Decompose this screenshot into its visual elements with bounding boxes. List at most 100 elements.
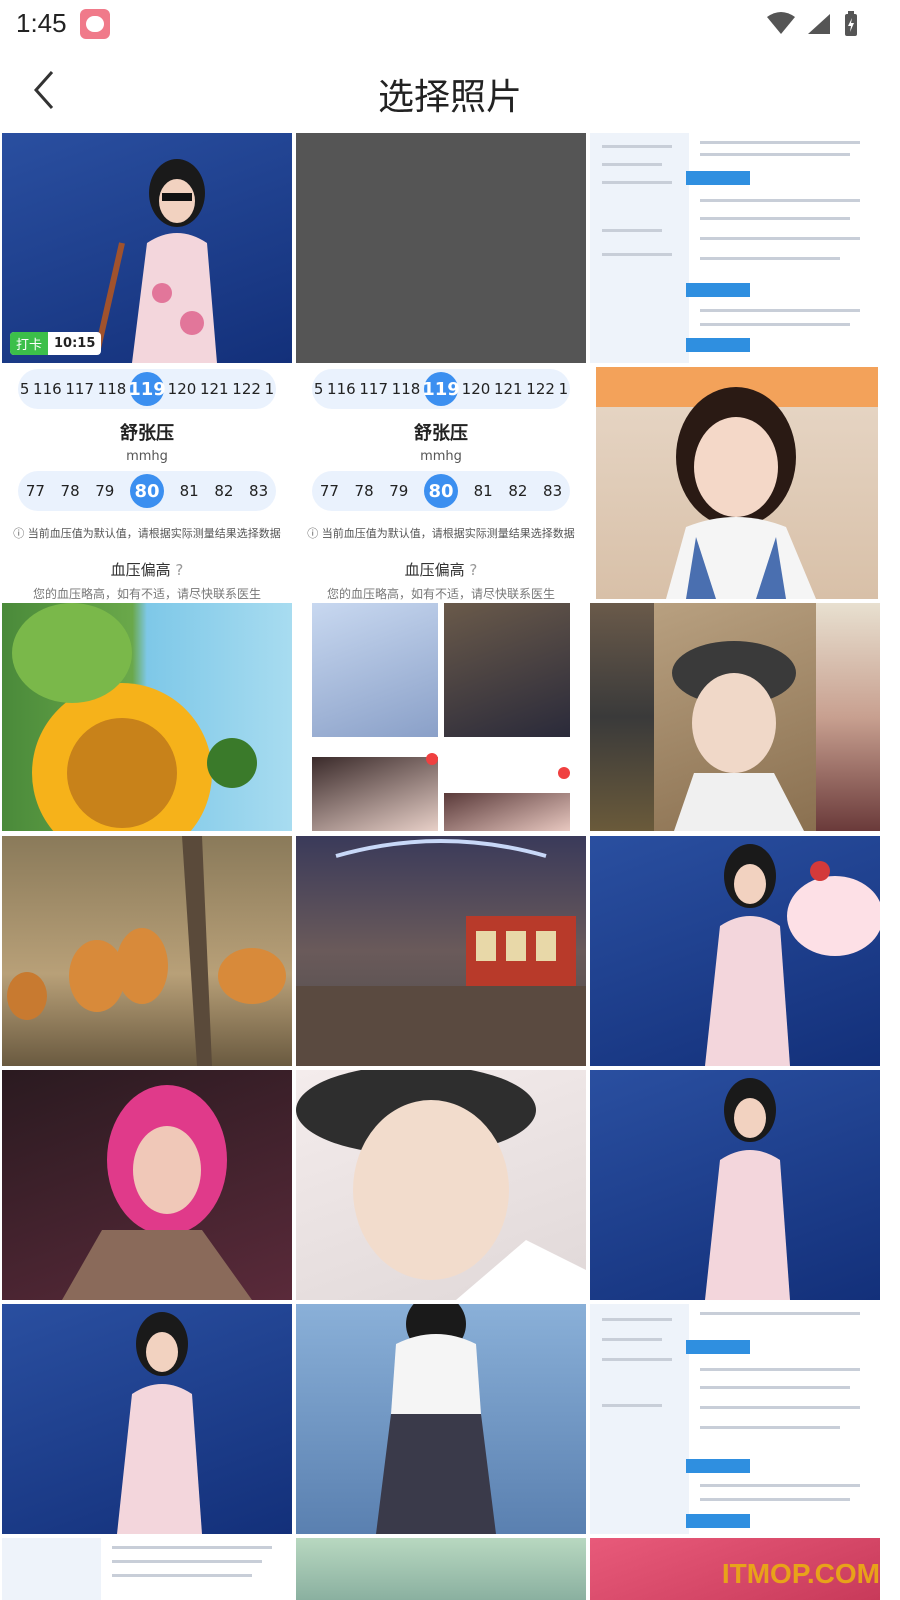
app-notification-icon (80, 9, 110, 39)
photo-item[interactable] (296, 1070, 586, 1300)
ruler-tick: 122 (526, 380, 555, 398)
wifi-icon (767, 12, 795, 34)
status-bar: 1:45 (0, 0, 900, 48)
signal-icon (808, 14, 830, 34)
status-time: 1:45 (16, 8, 67, 38)
ruler-tick: 121 (493, 380, 523, 398)
bp-status: 血压偏高 ? (296, 559, 586, 580)
ruler-tick: 77 (25, 482, 45, 500)
bp-advice: 您的血压略高，如有不适，请尽快联系医生 (326, 587, 555, 601)
ruler-tick: 122 (232, 380, 261, 398)
diastolic-title: 舒张压 (120, 423, 174, 444)
ruler-tick: 116 (327, 380, 356, 398)
photo-item-screenshot[interactable] (590, 603, 880, 831)
status-icons (766, 10, 860, 38)
ruler-tick: 117 (359, 380, 388, 398)
ruler-selected: 119 (422, 372, 460, 406)
default-value-note: ⓘ 当前血压值为默认值，请根据实际测量结果选择数据 (2, 525, 292, 541)
photo-item[interactable] (296, 1304, 586, 1534)
ruler-tick: 78 (60, 482, 80, 500)
ruler-tick: 81 (179, 482, 199, 500)
header: 选择照片 (0, 48, 900, 132)
photo-item-bp-widget[interactable]: 5 116 117 118 119 120 121 122 1 舒张压 mmhg… (296, 365, 586, 601)
unit-label: mmhg (126, 449, 168, 464)
photo-item-resume[interactable] (590, 133, 880, 363)
diastolic-ruler: 77 78 79 80 81 82 83 (312, 471, 570, 511)
photo-item[interactable] (2, 836, 292, 1066)
ruler-tick: 118 (97, 380, 127, 398)
note-text: 当前血压值为默认值，请根据实际测量结果选择数据 (321, 527, 575, 540)
photo-item-collage[interactable] (296, 603, 586, 831)
bp-advice: 您的血压略高，如有不适，请尽快联系医生 (32, 587, 261, 601)
remove-icon (558, 767, 570, 779)
photo-item[interactable] (296, 836, 586, 1066)
default-value-note: ⓘ 当前血压值为默认值，请根据实际测量结果选择数据 (296, 525, 586, 541)
photo-item[interactable]: 打卡 10:15 (2, 133, 292, 363)
ruler-tick: 120 (461, 380, 491, 398)
photo-item[interactable] (2, 1304, 292, 1534)
photo-woman-sea-sticker (705, 844, 880, 1066)
photo-city-crowd (296, 839, 586, 1066)
photo-tigers (7, 836, 286, 1066)
diastolic-ruler: 77 78 79 80 81 82 83 (18, 471, 276, 511)
photo-item[interactable] (590, 836, 880, 1066)
photo-item[interactable] (596, 367, 878, 599)
ruler-tick: 79 (389, 482, 409, 500)
ruler-tick: 121 (199, 380, 229, 398)
photo-item[interactable] (2, 1070, 292, 1300)
note-text: 当前血压值为默认值，请根据实际测量结果选择数据 (27, 527, 281, 540)
diastolic-title: 舒张压 (414, 423, 468, 444)
photo-item[interactable] (590, 1070, 880, 1300)
ruler-tick: 82 (508, 482, 528, 500)
ruler-selected: 80 (423, 474, 458, 508)
ruler-tick: 5 (313, 380, 324, 398)
ruler-tick: 117 (65, 380, 94, 398)
ruler-tick: 79 (95, 482, 115, 500)
photo-girl-beret-closeup (296, 1070, 586, 1300)
photo-item[interactable] (2, 603, 292, 831)
bp-status: 血压偏高 ? (2, 559, 292, 580)
ruler-tick: 1 (264, 380, 275, 398)
punch-label: 打卡 (10, 332, 49, 355)
ruler-selected: 80 (129, 474, 164, 508)
photo-woman-lake (376, 1304, 496, 1534)
help-icon: ? (464, 561, 478, 579)
photo-item[interactable] (296, 133, 586, 363)
info-icon: ⓘ (13, 527, 28, 540)
photo-item[interactable] (296, 1538, 586, 1600)
punch-badge: 打卡 10:15 (10, 332, 102, 355)
photo-pink-hair-character (62, 1085, 252, 1300)
battery-icon (845, 11, 857, 36)
help-icon: ? (170, 561, 184, 579)
photo-woman-sea (94, 159, 217, 363)
status-text: 血压偏高 (110, 561, 171, 579)
ruler-tick: 77 (319, 482, 339, 500)
watermark: ITMOP.COM (721, 1558, 880, 1589)
systolic-ruler: 5 116 117 118 119 120 121 122 1 (312, 369, 570, 409)
ruler-tick: 118 (391, 380, 421, 398)
ruler-tick: 83 (249, 482, 269, 500)
ruler-tick: 5 (19, 380, 30, 398)
info-icon: ⓘ (307, 527, 322, 540)
ruler-tick: 116 (33, 380, 62, 398)
photo-item-resume[interactable] (2, 1538, 292, 1600)
ruler-tick: 1 (558, 380, 569, 398)
status-text: 血压偏高 (404, 561, 465, 579)
photo-item-bp-widget[interactable]: 5 116 117 118 119 120 121 122 1 舒张压 mmhg… (2, 365, 292, 601)
ruler-tick: 82 (214, 482, 234, 500)
ruler-tick: 120 (167, 380, 197, 398)
unit-label: mmhg (420, 449, 462, 464)
photo-item-resume[interactable] (590, 1304, 880, 1534)
punch-time: 10:15 (54, 336, 96, 351)
photo-sunflower (12, 603, 257, 831)
photo-girl-beret (672, 641, 804, 831)
photo-woman-sea (705, 1078, 790, 1300)
ruler-selected: 119 (128, 372, 166, 406)
ruler-tick: 78 (354, 482, 374, 500)
ruler-tick: 83 (543, 482, 563, 500)
page-title: 选择照片 (377, 77, 522, 118)
photo-woman-sea (117, 1312, 202, 1534)
remove-icon (426, 753, 438, 765)
systolic-ruler: 5 116 117 118 119 120 121 122 1 (18, 369, 276, 409)
ruler-tick: 81 (473, 482, 493, 500)
